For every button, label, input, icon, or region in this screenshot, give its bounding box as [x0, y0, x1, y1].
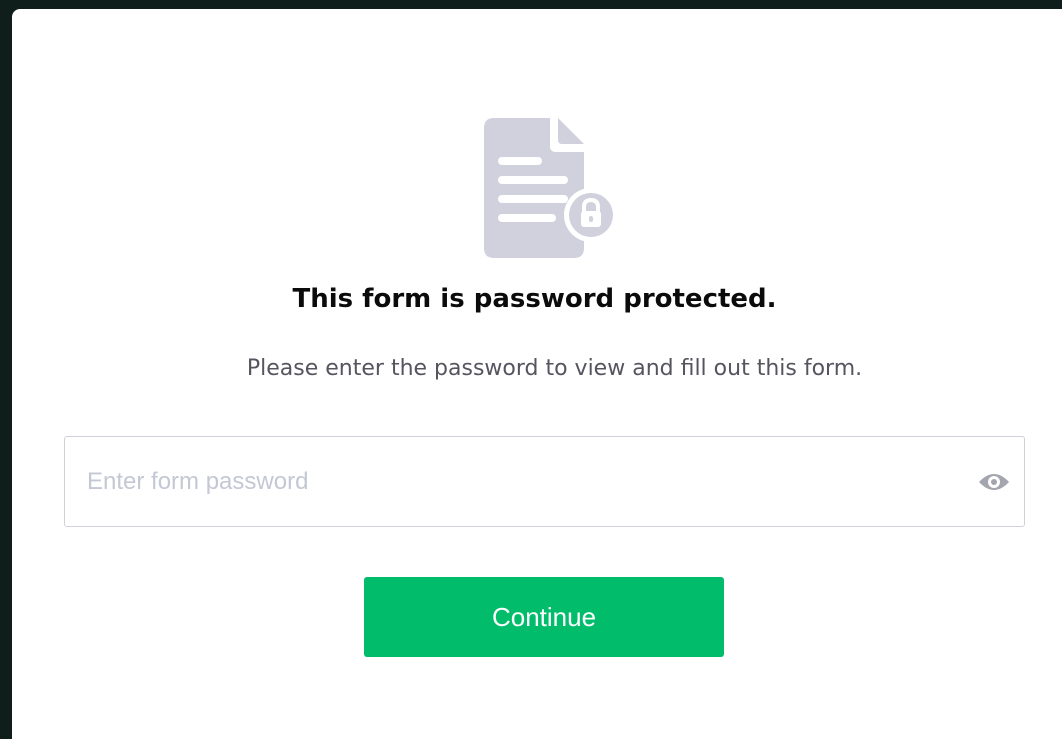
- password-modal: This form is password protected. Please …: [12, 9, 1062, 739]
- modal-subtitle: Please enter the password to view and fi…: [246, 356, 863, 381]
- continue-button[interactable]: Continue: [364, 577, 724, 657]
- page: This form is password protected. Please …: [0, 0, 1062, 739]
- modal-title: This form is password protected.: [292, 284, 777, 314]
- eye-icon[interactable]: [978, 469, 1010, 495]
- password-field: [64, 436, 1025, 527]
- document-lock-icon: [484, 118, 618, 258]
- password-input[interactable]: [65, 437, 945, 526]
